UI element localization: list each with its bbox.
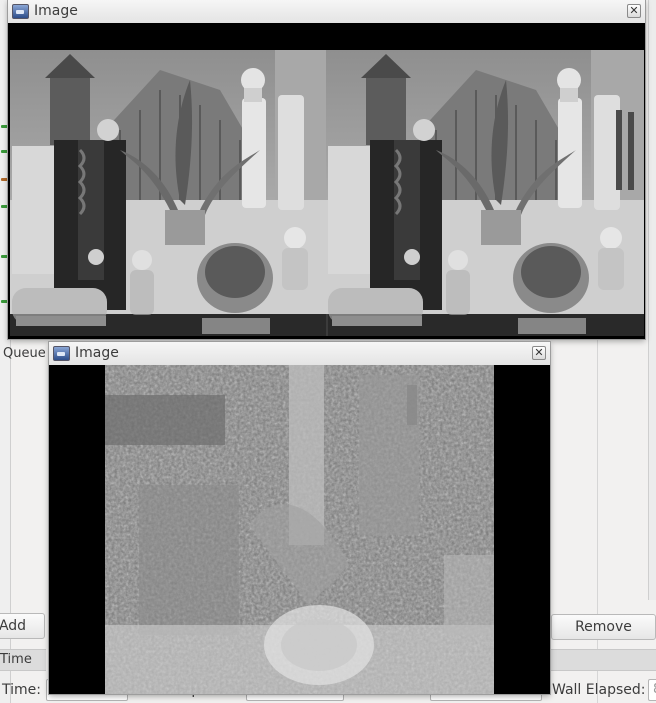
queue-label: Queue xyxy=(3,346,46,361)
column-header-time[interactable]: Time xyxy=(0,649,46,671)
remove-button[interactable]: Remove xyxy=(551,614,656,640)
close-icon[interactable]: ✕ xyxy=(627,4,641,18)
window-title: Image xyxy=(34,3,78,19)
wall-elapsed-label: Wall Elapsed: xyxy=(552,682,646,698)
stereo-image-canvas xyxy=(8,23,645,339)
status-tick xyxy=(1,150,8,153)
column-header-empty[interactable] xyxy=(551,649,656,671)
wall-elapsed-field[interactable]: 8 xyxy=(648,679,656,701)
panel-edge xyxy=(648,0,656,600)
window-titlebar[interactable]: Image ✕ xyxy=(8,0,645,24)
right-camera-image xyxy=(324,48,645,338)
disparity-image xyxy=(49,365,550,694)
disparity-image-window[interactable]: Image ✕ xyxy=(49,342,550,694)
time-label: Time: xyxy=(2,682,41,698)
status-tick xyxy=(1,300,8,303)
status-tick xyxy=(1,178,8,181)
disparity-map xyxy=(105,365,494,694)
left-camera-image xyxy=(8,48,330,338)
status-tick xyxy=(1,205,8,208)
stereo-image xyxy=(8,23,645,339)
close-icon[interactable]: ✕ xyxy=(532,346,546,360)
image-window-icon xyxy=(53,346,70,361)
status-tick xyxy=(1,125,8,128)
column-header-label: Time xyxy=(0,652,32,667)
image-window-icon xyxy=(12,4,29,19)
disparity-image-canvas xyxy=(49,365,550,694)
window-title: Image xyxy=(75,345,119,361)
add-button[interactable]: Add xyxy=(0,613,45,639)
window-titlebar[interactable]: Image ✕ xyxy=(49,342,550,366)
status-tick xyxy=(1,255,8,258)
stereo-image-window[interactable]: Image ✕ xyxy=(8,0,645,339)
